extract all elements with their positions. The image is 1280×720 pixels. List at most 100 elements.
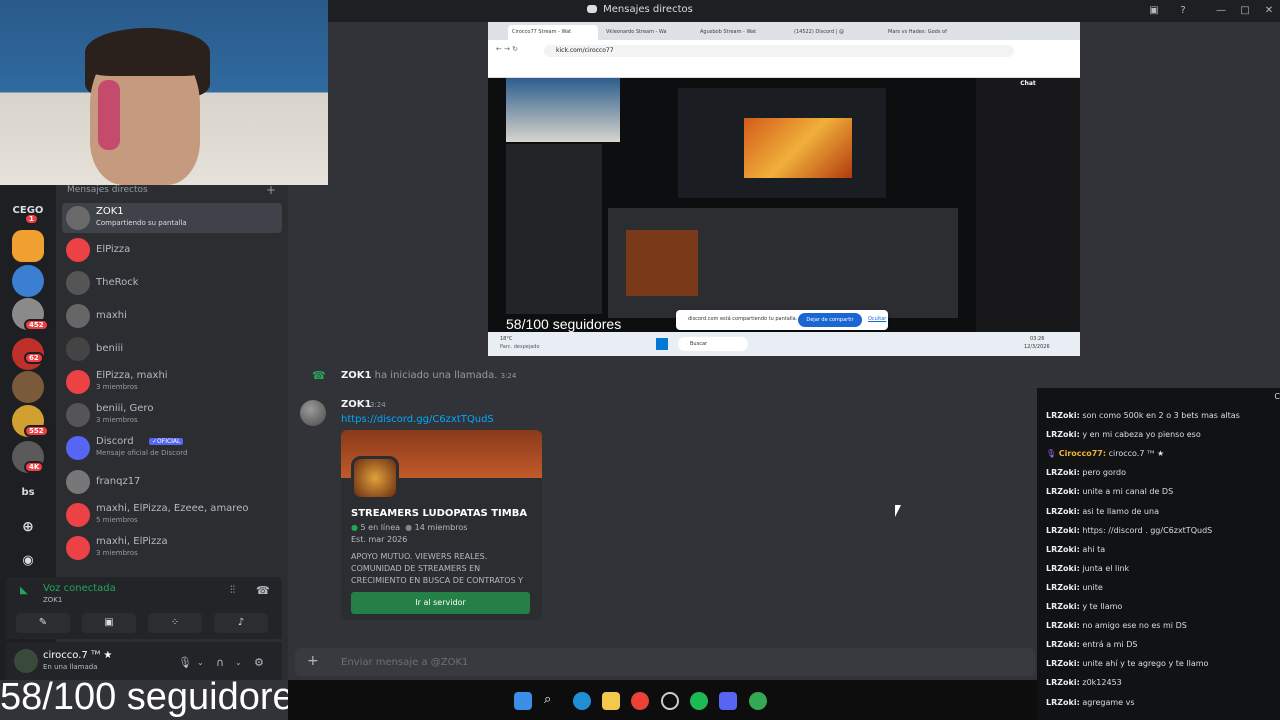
chat-line: LRZoki: unite a mi canal de DS bbox=[1046, 487, 1173, 496]
browser-tab[interactable]: Cirocco77 Stream - Wat bbox=[508, 25, 598, 40]
soundboard-button[interactable]: ♪ bbox=[214, 613, 268, 633]
camera-button[interactable]: ✎ bbox=[16, 613, 70, 633]
server-icon[interactable] bbox=[12, 230, 44, 262]
back-icon[interactable]: ← → ↻ bbox=[496, 45, 518, 53]
browser-tab[interactable]: Mars vs Hades: Gods of bbox=[884, 25, 974, 40]
browser-tab[interactable]: Vkleonardo Stream - Wa bbox=[602, 25, 692, 40]
server-badge: 4K bbox=[24, 461, 45, 473]
chat-user[interactable]: LRZoki: bbox=[1046, 411, 1080, 420]
dm-name: beniii bbox=[96, 343, 124, 354]
chat-text: unite bbox=[1082, 582, 1103, 592]
dm-item[interactable]: ZOK1 Compartiendo su pantalla bbox=[62, 203, 282, 233]
new-dm-button[interactable]: + bbox=[266, 183, 276, 197]
chat-user[interactable]: Cirocco77: bbox=[1059, 449, 1106, 458]
chat-user[interactable]: LRZoki: bbox=[1046, 487, 1080, 496]
chat-user[interactable]: LRZoki: bbox=[1046, 583, 1080, 592]
avatar[interactable] bbox=[14, 649, 38, 673]
discord-icon[interactable] bbox=[719, 692, 737, 710]
hide-link[interactable]: Ocultar bbox=[868, 316, 886, 322]
chat-user[interactable]: LRZoki: bbox=[1046, 602, 1080, 611]
activities-button[interactable]: ⁘ bbox=[148, 613, 202, 633]
server-bs[interactable]: bs bbox=[0, 487, 56, 498]
chat-user[interactable]: LRZoki: bbox=[1046, 545, 1080, 554]
browser-tab[interactable]: (14522) Discord | @ bbox=[790, 25, 880, 40]
start-icon[interactable] bbox=[514, 692, 532, 710]
screen-share-button[interactable]: ▣ bbox=[82, 613, 136, 633]
chat-user[interactable]: LRZoki: bbox=[1046, 430, 1080, 439]
discord-icon bbox=[587, 5, 598, 13]
game-icon[interactable] bbox=[661, 692, 679, 710]
chat-text: pero gordo bbox=[1082, 468, 1127, 478]
gear-icon[interactable]: ⚙ bbox=[254, 656, 264, 669]
maximize-button[interactable]: □ bbox=[1238, 4, 1252, 18]
chat-user[interactable]: LRZoki: bbox=[1046, 526, 1080, 535]
join-server-button[interactable]: Ir al servidor bbox=[351, 592, 530, 614]
chat-user[interactable]: LRZoki: bbox=[1046, 468, 1080, 477]
dm-item[interactable]: ElPizza bbox=[62, 235, 282, 265]
chrome-icon[interactable] bbox=[631, 692, 649, 710]
chat-text: y en mi cabeza yo pienso eso bbox=[1082, 430, 1201, 440]
chat-user[interactable]: LRZoki: bbox=[1046, 621, 1080, 630]
dm-item[interactable]: ElPizza, maxhi 3 miembros bbox=[62, 367, 282, 397]
message-input[interactable] bbox=[341, 650, 941, 674]
chat-user[interactable]: LRZoki: bbox=[1046, 678, 1080, 687]
invite-members: 14 miembros bbox=[414, 523, 468, 532]
address-bar[interactable]: kick.com/cirocco77 bbox=[544, 45, 1014, 57]
dm-subtitle: 3 miembros bbox=[96, 383, 138, 391]
dm-item[interactable]: beniii bbox=[62, 334, 282, 364]
chat-line: LRZoki: entrá a mi DS bbox=[1046, 640, 1137, 649]
chat-user[interactable]: LRZoki: bbox=[1046, 659, 1080, 668]
search-icon[interactable]: ⌕ bbox=[544, 692, 562, 710]
chat-text: unite ahí y te agrego y te llamo bbox=[1082, 659, 1209, 669]
chat-user[interactable]: LRZoki: bbox=[1046, 640, 1080, 649]
spotify-icon[interactable] bbox=[690, 692, 708, 710]
chat-line: LRZoki: unite ahí y te agrego y te llamo bbox=[1046, 659, 1208, 668]
chat-line: LRZoki: z0k12453 bbox=[1046, 678, 1122, 687]
folder-icon[interactable] bbox=[602, 692, 620, 710]
chat-user[interactable]: LRZoki: bbox=[1046, 698, 1080, 707]
chevron-down-icon[interactable]: ⌄ bbox=[235, 658, 242, 667]
call-text: ha iniciado una llamada. bbox=[374, 370, 498, 381]
dm-name: franqz17 bbox=[96, 476, 141, 487]
browser-tab[interactable]: Agusbob Stream - Wat bbox=[696, 25, 786, 40]
headphones-icon[interactable]: ∩ bbox=[216, 656, 224, 669]
screen-share-view[interactable]: Cirocco77 Stream - Wat Vkleonardo Stream… bbox=[488, 22, 1080, 356]
attach-icon[interactable]: + bbox=[307, 653, 319, 669]
dm-item[interactable]: beniii, Gero 3 miembros bbox=[62, 400, 282, 430]
user-name[interactable]: cirocco.7 ᵀᴹ ★ bbox=[43, 650, 112, 661]
headset bbox=[98, 80, 120, 150]
server-icon[interactable] bbox=[12, 371, 44, 403]
chevron-down-icon[interactable]: ⌄ bbox=[197, 658, 204, 667]
voice-status: Voz conectada bbox=[43, 583, 116, 594]
dm-item[interactable]: maxhi, ElPizza 3 miembros bbox=[62, 533, 282, 563]
server-icon[interactable] bbox=[12, 265, 44, 297]
close-button[interactable]: ✕ bbox=[1262, 4, 1276, 18]
inbox-icon[interactable]: ▣ bbox=[1147, 4, 1161, 18]
dm-item[interactable]: maxhi, ElPizza, Ezeee, amareo 5 miembros bbox=[62, 500, 282, 530]
dm-item[interactable]: maxhi bbox=[62, 301, 282, 331]
dm-name: ElPizza, maxhi bbox=[96, 370, 168, 381]
dm-item[interactable]: Discord ✓OFICIAL Mensaje oficial de Discor… bbox=[62, 433, 282, 463]
call-user[interactable]: ZOK1 bbox=[341, 370, 371, 381]
disconnect-icon[interactable]: ☎ bbox=[256, 584, 270, 597]
help-icon[interactable]: ? bbox=[1176, 4, 1190, 18]
dm-item[interactable]: franqz17 bbox=[62, 467, 282, 497]
chat-user[interactable]: LRZoki: bbox=[1046, 507, 1080, 516]
dm-item[interactable]: TheRock bbox=[62, 268, 282, 298]
minimize-button[interactable]: — bbox=[1214, 4, 1228, 18]
avatar[interactable] bbox=[300, 400, 326, 426]
chat-user[interactable]: LRZoki: bbox=[1046, 564, 1080, 573]
voice-channel[interactable]: ZOK1 bbox=[43, 596, 62, 604]
noise-suppression-icon[interactable]: ⫶⫶ bbox=[230, 585, 235, 596]
message-author[interactable]: ZOK1 bbox=[341, 399, 371, 410]
add-server-icon[interactable]: ⊕ bbox=[0, 519, 56, 535]
stop-sharing-button[interactable]: Dejar de compartir bbox=[798, 313, 862, 327]
chat-line: LRZoki: unite bbox=[1046, 583, 1103, 592]
microphone-icon[interactable]: 🎙 bbox=[178, 656, 192, 669]
panel-close[interactable]: C bbox=[1274, 392, 1280, 401]
discover-icon[interactable]: ◉ bbox=[0, 553, 56, 568]
follower-overlay-big: 58/100 seguidores bbox=[0, 676, 313, 718]
chrome-profile-icon[interactable] bbox=[749, 692, 767, 710]
invite-link[interactable]: https://discord.gg/C6zxtTQudS bbox=[341, 414, 494, 425]
edge-icon[interactable] bbox=[573, 692, 591, 710]
